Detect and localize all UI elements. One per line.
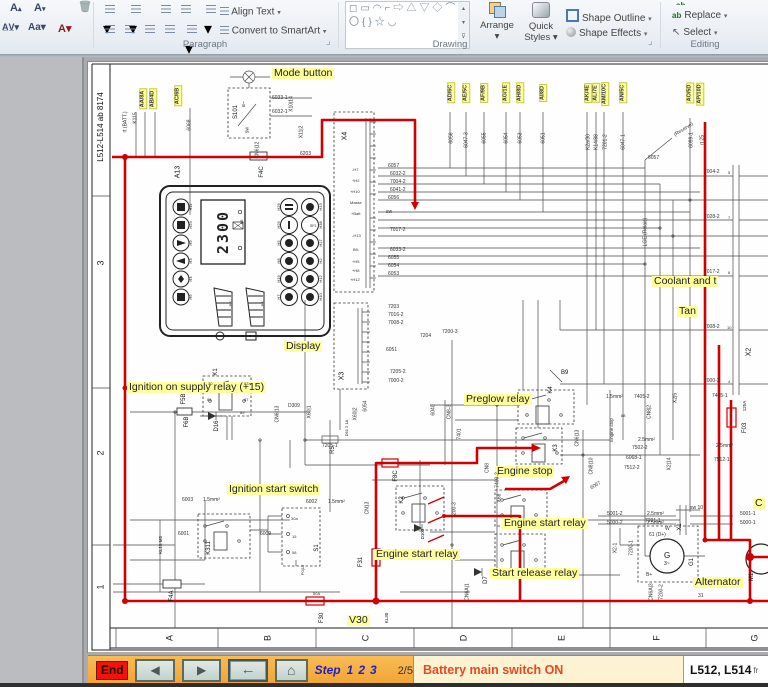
paragraph-dialog-launcher[interactable]: ⌟ — [326, 36, 331, 47]
shape-glyph[interactable]: ◇ — [432, 3, 445, 14]
shape-glyph[interactable]: ◡ — [388, 17, 400, 28]
shape-glyph[interactable]: 〇 — [349, 17, 362, 28]
fuse-f6b — [176, 407, 193, 416]
shrink-font-button[interactable]: A▾ — [34, 2, 45, 14]
shape-glyph[interactable]: ▭ — [360, 3, 372, 14]
home-button[interactable]: ⌂ — [274, 658, 308, 682]
step-3[interactable]: 3 — [370, 663, 377, 677]
instrument-panel-a13 — [159, 185, 331, 341]
clear-formatting-icon[interactable]: 🗑 — [78, 0, 92, 13]
pane-divider[interactable] — [82, 57, 84, 683]
step-word: Step — [314, 663, 341, 677]
fuse-f4a — [162, 579, 182, 589]
replace-button[interactable]: ab Replace ▾ — [672, 10, 727, 21]
end-button[interactable]: End — [96, 660, 129, 680]
columns-button[interactable]: ▾ — [184, 20, 205, 58]
gauge-p6 — [213, 287, 233, 327]
quick-styles-icon — [532, 2, 550, 18]
wires-black — [113, 76, 768, 628]
window-bottom-edge — [0, 683, 768, 687]
model-suffix: fr — [753, 665, 759, 675]
numbering-button[interactable]: ▾ — [128, 0, 149, 38]
slides-pane[interactable] — [0, 57, 82, 683]
page-indicator: 2/5 — [397, 665, 413, 677]
sheet-frame — [91, 63, 768, 651]
component-boxes — [197, 70, 768, 583]
replace-icon: ab — [672, 11, 682, 20]
schematic-svg — [91, 63, 768, 651]
next-icon: ▶ — [197, 663, 207, 677]
shape-effects-icon — [566, 27, 576, 37]
arrow-left-indicator-icon — [176, 258, 185, 264]
slide-canvas[interactable]: Mode button Display Ignition on supply rel… — [88, 62, 768, 652]
justify-button[interactable] — [162, 20, 183, 38]
shape-glyph[interactable]: ▽ — [419, 3, 432, 14]
step-2[interactable]: 2 — [358, 663, 365, 677]
font-color-button[interactable]: A▾ — [58, 22, 71, 35]
select-button[interactable]: ↖ Select ▾ — [672, 27, 717, 38]
character-spacing-button[interactable]: A̲V̲▾ — [2, 22, 19, 33]
model-label: L512, L514 — [690, 663, 752, 677]
drawing-group-label: Drawing — [432, 39, 468, 50]
shape-outline-button[interactable]: Shape Outline ▾ — [566, 9, 652, 24]
shape-glyph[interactable]: ☆ — [375, 17, 388, 28]
bullets-button[interactable]: ▾ — [102, 0, 123, 38]
paragraph-group-label: Paragraph — [182, 39, 228, 50]
training-nav-bar: End ◀ ▶ ← ⌂ Step 123 2/5 Battery main sw… — [88, 655, 768, 684]
shape-outline-icon — [566, 9, 579, 22]
grow-font-button[interactable]: A▴ — [10, 2, 21, 14]
change-case-button[interactable]: Aa▾ — [28, 22, 46, 33]
alternator-g1-box — [637, 525, 699, 583]
back-button[interactable]: ← — [228, 658, 268, 682]
shape-glyph[interactable]: ⌒ — [445, 3, 458, 14]
model-section: L512, L514 fr — [683, 656, 768, 684]
editing-group-label: Editing — [690, 39, 720, 50]
align-center-button[interactable] — [122, 20, 143, 38]
status-text: Battery main switch ON — [423, 663, 564, 677]
align-text-button[interactable]: Align Text ▾ — [218, 6, 281, 18]
gauge-p3 — [245, 287, 265, 327]
ribbon: A▴ A▾ A̲V̲▾ Aa▾ A▾ 🗑 ▾ ▾ ▾ ▾ Align Text … — [0, 0, 768, 58]
shape-effects-button[interactable]: Shape Effects ▾ — [566, 27, 647, 39]
back-arrow-icon: ← — [240, 661, 256, 678]
align-left-button[interactable] — [102, 20, 123, 38]
prev-icon: ◀ — [150, 663, 160, 677]
status-section: Battery main switch ON — [413, 656, 683, 684]
next-button[interactable]: ▶ — [181, 658, 222, 682]
step-1[interactable]: 1 — [347, 663, 354, 677]
ignition-switch-s1 — [281, 507, 321, 567]
shape-glyph[interactable]: ◻ — [349, 3, 360, 14]
arrow-right-indicator-icon — [177, 240, 186, 246]
convert-smartart-button[interactable]: Convert to SmartArt ▾ — [218, 25, 326, 37]
shape-glyph[interactable]: ⇨ — [393, 3, 406, 14]
find-button-cropped[interactable]: ab — [676, 0, 688, 5]
step-indicator: Step 123 2/5 — [315, 663, 413, 677]
home-icon: ⌂ — [287, 662, 296, 678]
drawing-dialog-launcher[interactable]: ⌟ — [648, 36, 653, 47]
relay-k311 — [197, 513, 251, 559]
quick-styles-button[interactable]: Quick Styles ▾ — [520, 0, 562, 48]
indent-increase-button[interactable] — [178, 0, 199, 18]
connector-x4 — [333, 111, 375, 293]
lcd-readout: 2300 — [214, 209, 232, 255]
connector-x3 — [333, 302, 369, 390]
prev-button[interactable]: ◀ — [135, 658, 175, 682]
arrange-icon — [488, 1, 506, 18]
alternator-circle — [649, 538, 685, 574]
shape-glyph[interactable]: △ — [406, 3, 419, 14]
align-right-button[interactable] — [142, 20, 163, 38]
indent-decrease-button[interactable] — [158, 0, 179, 18]
indicator-icon — [177, 203, 185, 211]
shape-glyph[interactable]: ◠ — [373, 3, 385, 14]
select-icon: ↖ — [672, 27, 681, 38]
